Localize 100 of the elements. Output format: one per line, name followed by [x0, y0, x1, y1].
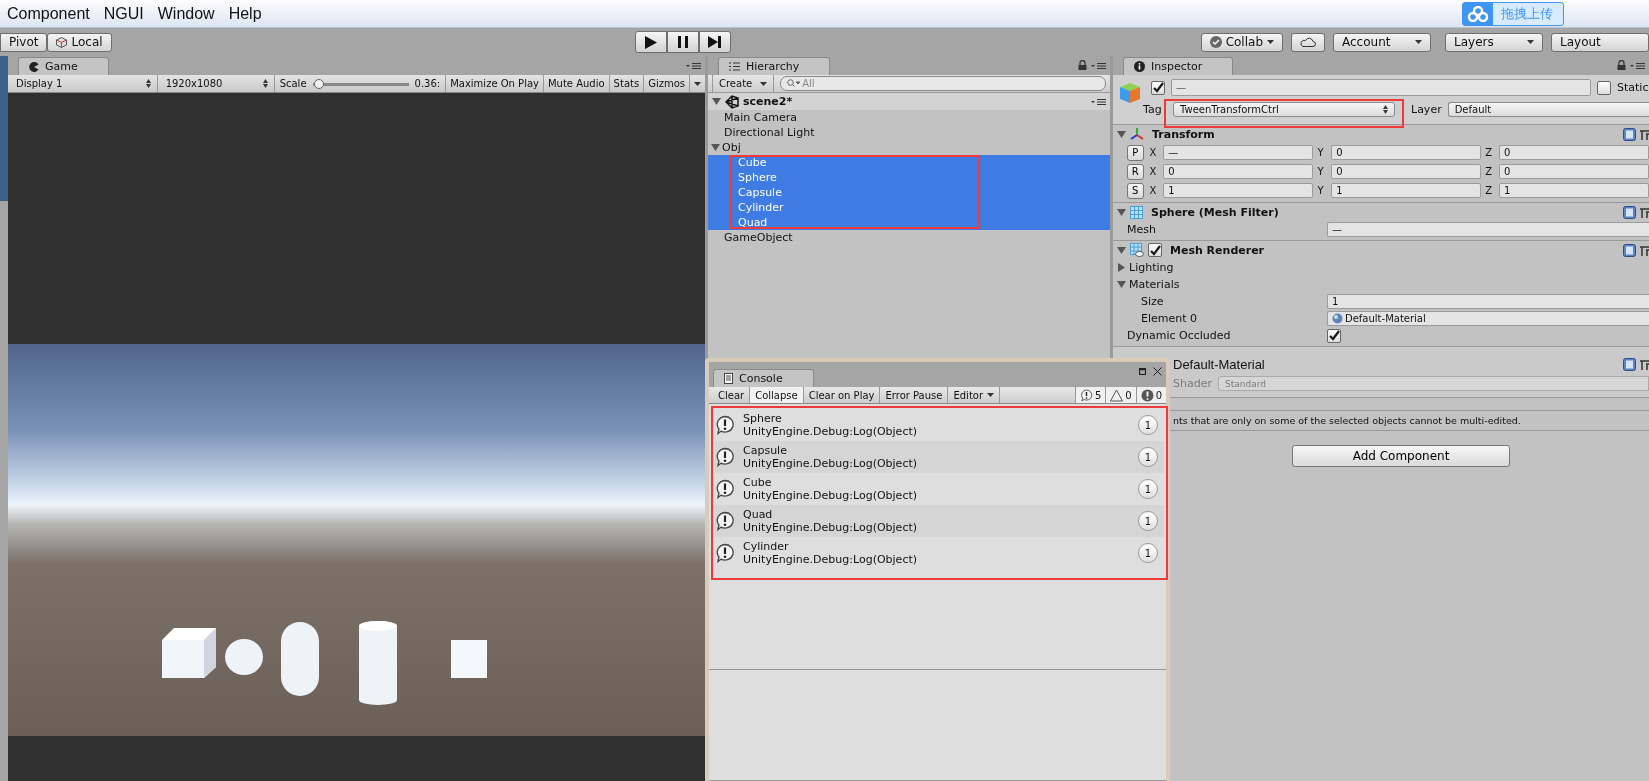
materials-foldout[interactable]: Materials — [1117, 278, 1317, 291]
layout-button[interactable]: Layout — [1551, 32, 1649, 52]
number-field[interactable]: 1 — [1498, 183, 1649, 198]
menu-icon[interactable] — [686, 62, 701, 70]
editor-dropdown[interactable]: Editor — [948, 387, 1001, 403]
view-toggle[interactable]: Mute Audio — [543, 75, 610, 92]
create-dropdown[interactable]: Create — [712, 75, 775, 92]
log-stack-trace[interactable]: UnityEngine.Debug:Log(Object) — [743, 553, 918, 566]
pivot-button[interactable]: Pivot — [0, 32, 48, 52]
account-button[interactable]: Account — [1333, 32, 1431, 52]
hierarchy-item[interactable]: Directional Light — [708, 125, 1110, 140]
help-icon[interactable] — [1623, 127, 1636, 141]
size-field[interactable]: 1 — [1327, 294, 1649, 309]
lock-icon[interactable] — [1617, 60, 1626, 70]
mesh-field[interactable]: — — [1327, 222, 1649, 237]
help-icon[interactable] — [1623, 243, 1636, 257]
foldout-arrow-icon[interactable] — [1117, 263, 1126, 272]
log-stack-trace[interactable]: UnityEngine.Debug:Log(Object) — [743, 457, 918, 470]
property-label: Size — [1140, 295, 1165, 308]
reset-button[interactable]: S — [1127, 182, 1144, 199]
console-toggle[interactable]: Clear on Play — [803, 387, 881, 403]
menu-item[interactable]: Help — [221, 4, 269, 23]
menu-icon[interactable] — [1091, 97, 1106, 106]
name-field[interactable]: — — [1171, 79, 1591, 96]
number-field[interactable]: 0 — [1331, 145, 1482, 160]
layers-button[interactable]: Layers — [1445, 32, 1543, 52]
view-toggle[interactable]: Stats — [609, 75, 645, 92]
foldout-arrow-icon[interactable] — [1117, 280, 1126, 289]
hierarchy-item[interactable]: Cube — [708, 155, 1110, 170]
active-checkbox[interactable] — [1151, 80, 1165, 95]
resolution-dropdown[interactable]: 1920x1080 — [157, 75, 275, 92]
scale-slider[interactable] — [312, 78, 409, 89]
log-stack-trace[interactable]: UnityEngine.Debug:Log(Object) — [743, 425, 918, 438]
log-count-toggle[interactable]: 0 — [1135, 387, 1166, 403]
collab-button[interactable]: Collab — [1200, 32, 1283, 52]
play-button[interactable] — [634, 31, 667, 53]
local-button[interactable]: Local — [47, 32, 112, 52]
hierarchy-item[interactable]: Sphere — [708, 170, 1110, 185]
log-message[interactable]: Cylinder — [743, 540, 918, 553]
foldout-arrow-icon[interactable] — [1117, 245, 1126, 255]
close-icon[interactable] — [1153, 367, 1162, 376]
console-toggle[interactable]: Error Pause — [880, 387, 949, 403]
foldout-arrow-icon[interactable] — [1117, 129, 1126, 139]
scene-header[interactable]: scene2* — [708, 93, 1110, 110]
log-message[interactable]: Sphere — [743, 412, 918, 425]
menu-item[interactable]: Component — [0, 4, 97, 23]
static-checkbox[interactable] — [1597, 80, 1611, 95]
tag-dropdown[interactable]: TweenTransformCtrl — [1173, 102, 1395, 117]
number-field[interactable]: 0 — [1163, 164, 1314, 179]
hierarchy-item[interactable]: Cylinder — [708, 200, 1110, 215]
foldout-arrow-icon[interactable] — [711, 143, 720, 152]
step-button[interactable] — [698, 31, 731, 53]
view-toggle[interactable]: Maximize On Play — [446, 75, 544, 92]
log-stack-trace[interactable]: UnityEngine.Debug:Log(Object) — [743, 521, 918, 534]
hierarchy-item[interactable]: Capsule — [708, 185, 1110, 200]
view-toggle[interactable]: Gizmos — [644, 75, 690, 92]
log-stack-trace[interactable]: UnityEngine.Debug:Log(Object) — [743, 489, 918, 502]
foldout-arrow-icon[interactable] — [712, 97, 721, 106]
menu-item[interactable]: NGUI — [96, 4, 151, 23]
add-component-button[interactable]: Add Component — [1292, 445, 1510, 467]
maximize-icon[interactable] — [1139, 368, 1146, 375]
number-field[interactable]: — — [1163, 145, 1314, 160]
pause-button[interactable] — [666, 31, 699, 53]
info-bubble-icon — [715, 479, 735, 499]
hierarchy-item[interactable]: Obj — [708, 140, 1110, 155]
reset-button[interactable]: R — [1127, 163, 1144, 180]
slider-thumb[interactable] — [314, 78, 325, 89]
occluded-checkbox[interactable] — [1327, 328, 1341, 343]
foldout-arrow-icon[interactable] — [1117, 207, 1126, 217]
material-field[interactable]: Default-Material — [1327, 311, 1649, 326]
layer-dropdown[interactable]: Default — [1447, 102, 1649, 117]
number-field[interactable]: 0 — [1498, 145, 1649, 160]
help-icon[interactable] — [1623, 205, 1636, 219]
hierarchy-item[interactable]: GameObject — [708, 230, 1110, 245]
reset-button[interactable]: P — [1127, 144, 1144, 161]
cloud-button[interactable] — [1291, 32, 1325, 52]
number-field[interactable]: 1 — [1331, 183, 1482, 198]
hierarchy-item[interactable]: Quad — [708, 215, 1110, 230]
menu-icon[interactable] — [1630, 62, 1645, 70]
hierarchy-tab[interactable]: Hierarchy — [718, 57, 831, 75]
number-field[interactable]: 1 — [1163, 183, 1314, 198]
lighting-foldout[interactable]: Lighting — [1117, 261, 1317, 274]
menu-item[interactable]: Window — [150, 4, 222, 23]
number-field[interactable]: 0 — [1498, 164, 1649, 179]
game-tab[interactable]: Game — [18, 57, 109, 75]
console-tab[interactable]: Console — [713, 369, 814, 387]
display-dropdown[interactable]: Display 1 — [8, 75, 158, 92]
log-message[interactable]: Capsule — [743, 444, 918, 457]
log-message[interactable]: Cube — [743, 476, 918, 489]
console-toggle[interactable]: Collapse — [750, 387, 804, 403]
enabled-checkbox[interactable] — [1148, 243, 1162, 257]
menu-icon[interactable] — [1091, 62, 1106, 70]
log-count-toggle[interactable]: 5 — [1074, 387, 1106, 403]
hierarchy-item[interactable]: Main Camera — [708, 110, 1110, 125]
log-message[interactable]: Quad — [743, 508, 918, 521]
inspector-tab[interactable]: Inspector — [1123, 57, 1234, 75]
help-icon[interactable] — [1623, 358, 1636, 371]
log-count-toggle[interactable]: 0 — [1105, 387, 1136, 403]
lock-icon[interactable] — [1078, 60, 1087, 70]
number-field[interactable]: 0 — [1331, 164, 1482, 179]
